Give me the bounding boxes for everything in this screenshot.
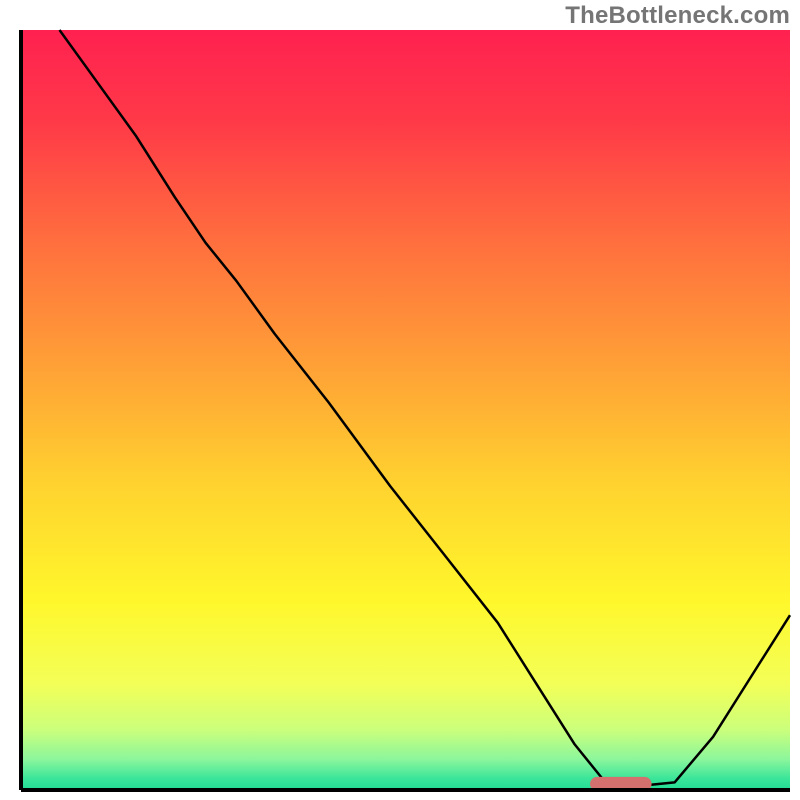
chart-container: TheBottleneck.com — [0, 0, 800, 800]
bottleneck-chart — [0, 0, 800, 800]
gradient-background — [21, 30, 790, 790]
